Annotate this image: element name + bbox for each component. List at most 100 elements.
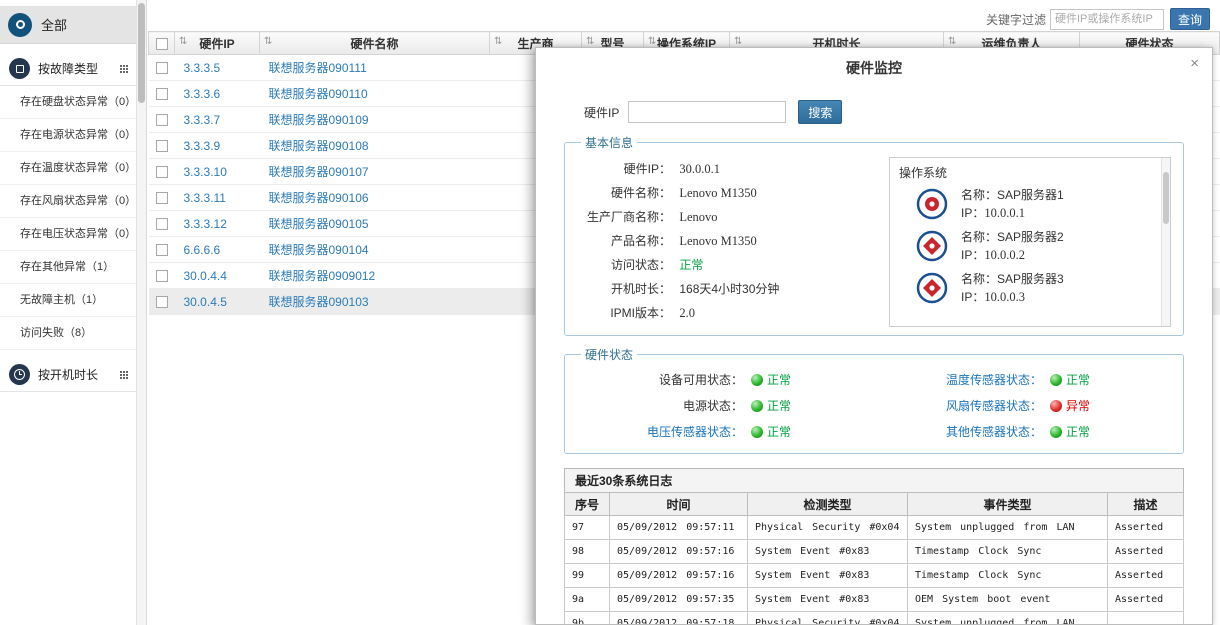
hardware-name-link[interactable]: 联想服务器090110 [260, 81, 490, 107]
row-checkbox[interactable] [156, 192, 168, 204]
scrollbar-thumb[interactable] [138, 3, 145, 103]
os-entry[interactable]: 名称：SAP服务器1 IP：10.0.0.1 [916, 186, 1170, 222]
status-power: 电源状态：正常 [575, 393, 874, 419]
hardware-ip-link[interactable]: 30.0.4.5 [175, 289, 260, 315]
hardware-ip-link[interactable]: 3.3.3.11 [175, 185, 260, 211]
sort-icon[interactable]: ⇅ [648, 36, 656, 47]
sidebar-scrollbar[interactable] [136, 0, 147, 625]
sidebar-item-power-fault[interactable]: 存在电源状态异常（0） [0, 119, 136, 152]
log-row: 98 05/09/2012 09:57:16 System Event #0x8… [565, 540, 1184, 564]
fault-type-icon [9, 58, 30, 79]
basic-info-fields: 硬件IP： 30.0.0.1 硬件名称： Lenovo M1350 生产厂商名称… [575, 153, 889, 327]
menu-dots-icon[interactable] [120, 65, 122, 67]
hardware-ip-link[interactable]: 3.3.3.6 [175, 81, 260, 107]
log-col-description: 描述 [1108, 493, 1184, 516]
hardware-name-link[interactable]: 联想服务器0909012 [260, 263, 490, 289]
field-uptime: 开机时长： 168天4小时30分钟 [575, 277, 889, 301]
os-panel-scrollbar[interactable] [1161, 158, 1170, 326]
sort-icon[interactable]: ⇅ [948, 36, 956, 47]
sort-icon[interactable]: ⇅ [586, 36, 594, 47]
field-hardware-name: 硬件名称： Lenovo M1350 [575, 181, 889, 205]
os-entry[interactable]: 名称：SAP服务器3 IP：10.0.0.3 [916, 270, 1170, 306]
status-dot-icon [1050, 400, 1062, 412]
search-button[interactable]: 搜索 [798, 100, 842, 124]
hardware-name-link[interactable]: 联想服务器090111 [260, 55, 490, 81]
col-header-hardware-ip[interactable]: ⇅硬件IP [175, 32, 260, 55]
hardware-ip-link[interactable]: 3.3.3.5 [175, 55, 260, 81]
uptime-group-label: 按开机时长 [38, 366, 98, 383]
row-checkbox[interactable] [156, 88, 168, 100]
hardware-name-link[interactable]: 联想服务器090104 [260, 237, 490, 263]
status-device-available: 设备可用状态：正常 [575, 367, 874, 393]
sidebar-item-no-fault[interactable]: 无故障主机（1） [0, 284, 136, 317]
clock-icon [9, 364, 30, 385]
row-checkbox[interactable] [156, 62, 168, 74]
row-checkbox[interactable] [156, 166, 168, 178]
os-list-panel: 操作系统 名称：SAP服务器1 IP：10.0.0.1 [889, 157, 1171, 327]
row-checkbox[interactable] [156, 218, 168, 230]
system-log-table: 序号 时间 检测类型 事件类型 描述 97 05/09/2012 09:57:1… [564, 492, 1184, 625]
fault-type-list: 存在硬盘状态异常（0） 存在电源状态异常（0） 存在温度状态异常（0） 存在风扇… [0, 86, 136, 350]
fault-group-label: 按故障类型 [38, 60, 98, 77]
field-ipmi-version: IPMI版本： 2.0 [575, 301, 889, 325]
status-temperature-sensor: 温度传感器状态：正常 [874, 367, 1173, 393]
row-checkbox[interactable] [156, 140, 168, 152]
field-hardware-ip: 硬件IP： 30.0.0.1 [575, 157, 889, 181]
field-vendor-name: 生产厂商名称： Lenovo [575, 205, 889, 229]
system-log-section: 最近30条系统日志 序号 时间 检测类型 事件类型 描述 97 05/09/20… [564, 468, 1184, 625]
hardware-ip-link[interactable]: 3.3.3.10 [175, 159, 260, 185]
status-dot-icon [1050, 426, 1062, 438]
menu-dots-icon[interactable] [120, 371, 122, 373]
row-checkbox[interactable] [156, 114, 168, 126]
hardware-ip-link[interactable]: 3.3.3.9 [175, 133, 260, 159]
hardware-ip-link[interactable]: 3.3.3.12 [175, 211, 260, 237]
sidebar-item-fan-fault[interactable]: 存在风扇状态异常（0） [0, 185, 136, 218]
sort-icon[interactable]: ⇅ [264, 36, 272, 47]
status-other-sensor: 其他传感器状态：正常 [874, 419, 1173, 445]
hardware-name-link[interactable]: 联想服务器090109 [260, 107, 490, 133]
hardware-name-link[interactable]: 联想服务器090107 [260, 159, 490, 185]
sidebar-group-fault-type[interactable]: 按故障类型 [0, 52, 136, 86]
col-header-hardware-name[interactable]: ⇅硬件名称 [260, 32, 490, 55]
hardware-name-link[interactable]: 联想服务器090106 [260, 185, 490, 211]
hardware-ip-link[interactable]: 30.0.4.4 [175, 263, 260, 289]
hardware-name-link[interactable]: 联想服务器090105 [260, 211, 490, 237]
close-icon[interactable]: × [1190, 56, 1199, 71]
status-voltage-sensor: 电压传感器状态：正常 [575, 419, 874, 445]
scrollbar-thumb[interactable] [1163, 172, 1169, 224]
row-checkbox[interactable] [156, 296, 168, 308]
all-target-icon [8, 13, 32, 37]
keyword-filter-input[interactable] [1050, 9, 1164, 30]
log-row: 9a 05/09/2012 09:57:35 System Event #0x8… [565, 588, 1184, 612]
hardware-ip-link[interactable]: 3.3.3.7 [175, 107, 260, 133]
sidebar-item-all[interactable]: 全部 [0, 6, 136, 44]
hardware-ip-link[interactable]: 6.6.6.6 [175, 237, 260, 263]
row-checkbox[interactable] [156, 244, 168, 256]
sidebar-item-other-fault[interactable]: 存在其他异常（1） [0, 251, 136, 284]
dialog-search-row: 硬件IP 搜索 [584, 100, 1212, 124]
sidebar-group-uptime[interactable]: 按开机时长 [0, 358, 136, 392]
os-entry[interactable]: 名称：SAP服务器2 IP：10.0.0.2 [916, 228, 1170, 264]
sidebar-item-temp-fault[interactable]: 存在温度状态异常（0） [0, 152, 136, 185]
query-button[interactable]: 查询 [1170, 8, 1210, 30]
hardware-name-link[interactable]: 联想服务器090103 [260, 289, 490, 315]
filter-label: 关键字过滤 [986, 11, 1046, 28]
sort-icon[interactable]: ⇅ [494, 36, 502, 47]
log-section-title: 最近30条系统日志 [564, 468, 1184, 492]
os-icon [916, 272, 948, 304]
log-row: 9b 05/09/2012 09:57:18 Physical Security… [565, 612, 1184, 625]
hw-ip-input[interactable] [628, 101, 786, 123]
hardware-monitor-dialog: 硬件监控 × 硬件IP 搜索 基本信息 硬件IP： 30.0.0.1 硬件名称：… [535, 47, 1213, 625]
hardware-name-link[interactable]: 联想服务器090108 [260, 133, 490, 159]
sort-icon[interactable]: ⇅ [734, 36, 742, 47]
select-all-checkbox[interactable] [156, 38, 168, 50]
log-row: 99 05/09/2012 09:57:16 System Event #0x8… [565, 564, 1184, 588]
sidebar-item-voltage-fault[interactable]: 存在电压状态异常（0） [0, 218, 136, 251]
sidebar-item-access-failed[interactable]: 访问失败（8） [0, 317, 136, 350]
sort-icon[interactable]: ⇅ [179, 36, 187, 47]
row-checkbox[interactable] [156, 270, 168, 282]
sidebar-item-disk-fault[interactable]: 存在硬盘状态异常（0） [0, 86, 136, 119]
log-col-time: 时间 [610, 493, 748, 516]
basic-info-section: 基本信息 硬件IP： 30.0.0.1 硬件名称： Lenovo M1350 生… [564, 134, 1184, 336]
os-icon [916, 230, 948, 262]
